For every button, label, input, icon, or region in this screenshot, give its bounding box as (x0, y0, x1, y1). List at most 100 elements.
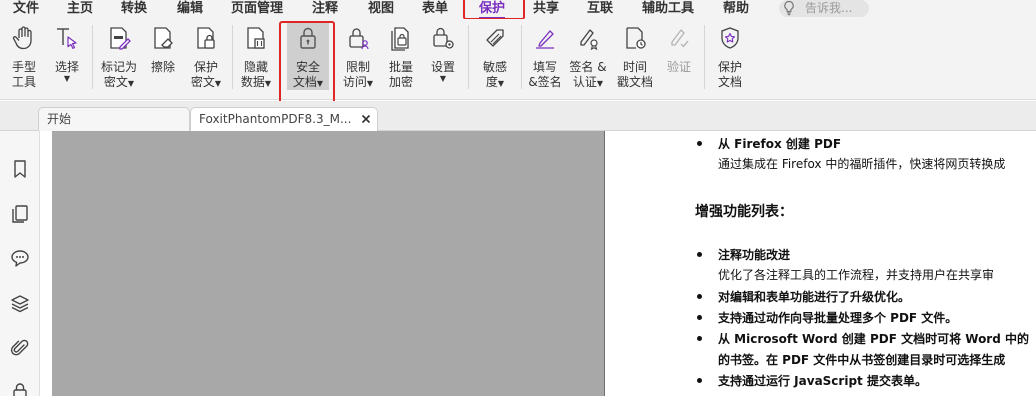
timestamp-icon (626, 27, 646, 49)
menu-comment[interactable]: 注释 (312, 0, 338, 19)
protect-redaction-label-2: 密文 (190, 75, 215, 89)
fill-sign-label-2: &签名 (528, 75, 562, 89)
protect-redaction-label-1: 保护 (193, 60, 218, 74)
ribbon-toolbar: 手型 工具 选择 ▼ 标记为 密文▼ 擦除 保护 密文▼ 隐藏 数据▼ 安全 文… (0, 19, 1036, 100)
select-label: 选择 (54, 60, 79, 74)
hide-data-button[interactable]: 隐藏 数据▼ (236, 25, 276, 91)
chevron-down-icon: ▼ (264, 79, 272, 88)
pen-sign-icon (536, 30, 554, 49)
bookmark-icon[interactable] (10, 159, 30, 179)
restrict-lock-icon (349, 28, 369, 50)
menu-form[interactable]: 表单 (422, 0, 448, 19)
hand-tool-label-1: 手型 (11, 60, 36, 74)
eraser-icon (154, 27, 173, 49)
mark-redaction-icon (110, 27, 131, 50)
fill-and-sign-button[interactable]: 填写 &签名 (525, 25, 565, 90)
certify-pen-icon (580, 29, 598, 51)
item-firefox-title: 从 Firefox 创建 PDF (718, 137, 842, 151)
tab-start[interactable]: 开始 (38, 107, 190, 131)
sensitivity-label-1: 敏感 (482, 60, 507, 74)
sensitivity-label-2: 度 (485, 75, 498, 89)
timestamp-label-1: 时间 (622, 60, 647, 74)
text-select-icon (57, 28, 77, 49)
tab-document[interactable]: FoxitPhantomPDF8.3_M... (190, 107, 378, 131)
security-settings-button[interactable]: 设置 ▼ (423, 25, 463, 83)
search-box[interactable]: 告诉我... (779, 0, 869, 17)
sign-and-certify-button[interactable]: 签名 & 认证▼ (568, 25, 608, 91)
chevron-down-icon: ▼ (127, 79, 135, 88)
batch-encrypt-icon (391, 27, 409, 51)
menu-file[interactable]: 文件 (13, 0, 39, 19)
item-javascript: 支持通过运行 JavaScript 提交表单。 (718, 374, 927, 388)
security-lock-icon[interactable] (10, 381, 30, 396)
menu-organize[interactable]: 页面管理 (231, 0, 283, 19)
comment-icon[interactable] (10, 248, 30, 268)
validate-button[interactable]: 验证 (659, 25, 699, 75)
hand-icon (12, 26, 32, 50)
search-placeholder: 告诉我... (805, 1, 853, 15)
item-firefox-desc: 通过集成在 Firefox 中的福昕插件，快速将网页转换成 (718, 157, 1006, 171)
batch-encrypt-button[interactable]: 批量 加密 (381, 25, 421, 90)
sign-certify-label-2: 认证 (572, 75, 597, 89)
hide-data-icon (247, 27, 265, 49)
sensitivity-button[interactable]: 敏感 度▼ (475, 25, 515, 91)
item-annotation-desc: 优化了各注释工具的工作流程，并支持用户在共享审 (718, 268, 995, 282)
erase-label: 擦除 (150, 60, 175, 74)
item-edit-form: 对编辑和表单功能进行了升级优化。 (718, 290, 911, 304)
item-word-line2: 的书签。在 PDF 文件中从书签创建目录时可选择生成 (718, 353, 1006, 367)
menu-connect[interactable]: 互联 (587, 0, 613, 19)
menu-view[interactable]: 视图 (368, 0, 394, 19)
select-button[interactable]: 选择 ▼ (47, 25, 87, 83)
ribbon-separator (468, 25, 469, 89)
mark-redaction-label-1: 标记为 (100, 60, 137, 74)
close-icon[interactable] (361, 114, 371, 124)
menu-accessibility[interactable]: 辅助工具 (642, 0, 694, 19)
ribbon-separator (232, 25, 233, 89)
lock-gear-icon (433, 27, 454, 49)
hand-tool-button[interactable]: 手型 工具 (4, 25, 44, 90)
chevron-down-icon: ▼ (63, 74, 71, 83)
item-batch-process: 支持通过动作向导批量处理多个 PDF 文件。 (718, 311, 958, 325)
timestamp-label-2: 戳文档 (616, 75, 653, 89)
restrict-label-2: 访问 (342, 75, 367, 89)
bullet (697, 315, 702, 320)
item-word-line1: 从 Microsoft Word 创建 PDF 文档时可将 Word 中的 (718, 332, 1029, 346)
timestamp-document-button[interactable]: 时间 戳文档 (615, 25, 655, 90)
mark-for-redaction-button[interactable]: 标记为 密文▼ (99, 25, 139, 91)
restrict-access-button[interactable]: 限制 访问▼ (338, 25, 378, 91)
navigation-panel (0, 131, 40, 396)
section-heading: 增强功能列表： (695, 204, 793, 220)
protect-redaction-button[interactable]: 保护 密文▼ (186, 25, 226, 91)
tab-document-label: FoxitPhantomPDF8.3_M... (199, 112, 352, 126)
lightbulb-icon (784, 0, 794, 16)
shield-star-icon (721, 27, 739, 49)
protect-doc-label-2: 文档 (717, 75, 742, 89)
attachment-icon[interactable] (10, 338, 30, 358)
chevron-down-icon: ▼ (214, 79, 222, 88)
ribbon-separator (92, 25, 93, 89)
chevron-down-icon: ▼ (596, 79, 604, 88)
layers-icon[interactable] (10, 293, 30, 313)
item-annotation-title: 注释功能改进 (718, 248, 791, 262)
menu-home[interactable]: 主页 (67, 0, 93, 19)
hide-data-label-1: 隐藏 (243, 60, 268, 74)
menu-convert[interactable]: 转换 (121, 0, 147, 19)
erase-button[interactable]: 擦除 (143, 25, 183, 75)
menu-edit[interactable]: 编辑 (177, 0, 203, 19)
protect-document-button[interactable]: 保护 文档 (710, 25, 750, 90)
document-tabs-bar: 开始 FoxitPhantomPDF8.3_M... (0, 101, 1036, 131)
bullet (697, 378, 702, 383)
bullet (697, 294, 702, 299)
sensitivity-tag-icon (486, 29, 504, 47)
redaction-lock-icon (197, 27, 215, 49)
menu-share[interactable]: 共享 (533, 0, 559, 19)
protect-tab-highlight (463, 0, 525, 20)
validate-label: 验证 (666, 60, 691, 74)
pages-icon[interactable] (10, 204, 30, 224)
mark-redaction-label-2: 密文 (103, 75, 128, 89)
batch-label-1: 批量 (388, 60, 413, 74)
protect-doc-label-1: 保护 (717, 60, 742, 74)
bullet (697, 141, 702, 146)
menu-help[interactable]: 帮助 (723, 0, 749, 19)
bullet (697, 252, 702, 257)
